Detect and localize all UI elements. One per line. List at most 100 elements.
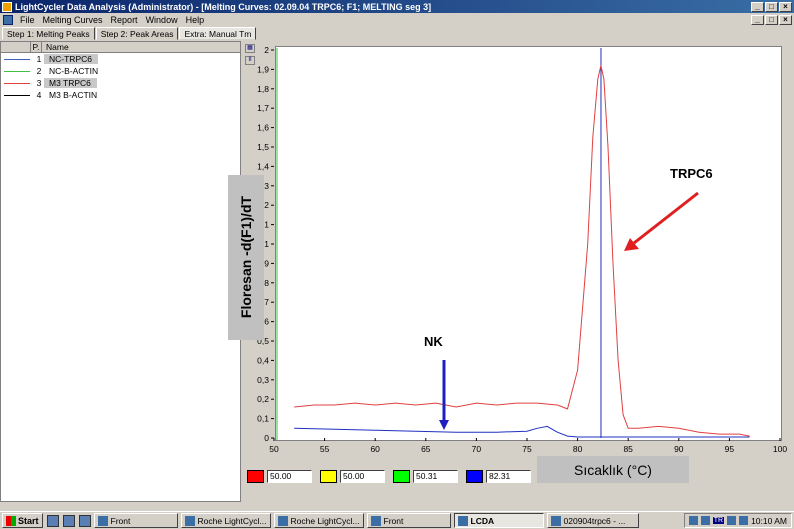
taskbar-button[interactable]: Roche LightCycl... xyxy=(180,513,271,528)
sample-number: 1 xyxy=(36,54,42,64)
desktop-icon[interactable] xyxy=(46,514,59,527)
series-color-swatch xyxy=(4,58,30,60)
task-app-icon xyxy=(457,515,468,526)
sample-name: M3 TRPC6 xyxy=(44,78,97,88)
tray-network-icon[interactable] xyxy=(727,516,737,525)
menu-file[interactable]: File xyxy=(16,15,39,25)
task-label: Front xyxy=(110,515,131,526)
tab-manual-tm[interactable]: Extra: Manual Tm xyxy=(179,27,257,40)
taskbar: Start Front Roche LightCycl... Roche Light… xyxy=(0,511,794,529)
sample-name: NC-TRPC6 xyxy=(44,54,98,64)
cursor-color-button[interactable] xyxy=(466,470,483,483)
child-restore-button[interactable]: □ xyxy=(765,14,778,25)
y-tick-label: 1,5 xyxy=(257,142,269,152)
cursor-color-button[interactable] xyxy=(320,470,337,483)
taskbar-button[interactable]: Front xyxy=(93,513,178,528)
sample-row[interactable]: 4 M3 B-ACTIN xyxy=(1,89,240,101)
tab-melting-peaks[interactable]: Step 1: Melting Peaks xyxy=(2,27,95,40)
series-color-swatch xyxy=(4,70,30,72)
y-tick-label: 2 xyxy=(264,45,269,55)
y-tick-label: 0 xyxy=(264,433,269,443)
x-tick-label: 80 xyxy=(573,444,583,454)
y-tick-label: 0,2 xyxy=(257,394,269,404)
tray-search-icon[interactable] xyxy=(688,516,698,525)
task-label: Roche LightCycl... xyxy=(290,515,360,526)
x-tick-label: 65 xyxy=(421,444,431,454)
tray-settings-icon[interactable] xyxy=(700,516,710,525)
y-tick-label: 0,4 xyxy=(257,355,269,365)
minimize-button[interactable]: _ xyxy=(751,1,764,12)
app-icon xyxy=(2,1,12,12)
taskbar-button[interactable]: Roche LightCycl... xyxy=(273,513,364,528)
document-icon[interactable] xyxy=(3,14,13,25)
taskbar-button[interactable]: 020904trpc6 - ... xyxy=(546,513,639,528)
y-tick-label: 1,9 xyxy=(257,64,269,74)
sample-list-header: P. Name xyxy=(1,42,240,53)
cursor-value-field[interactable]: 50.31 xyxy=(413,470,458,483)
cursor-value-field[interactable]: 50.00 xyxy=(340,470,385,483)
series-line xyxy=(294,425,750,438)
series-color-swatch xyxy=(4,82,30,84)
cursor-color-button[interactable] xyxy=(247,470,264,483)
color-column-header[interactable] xyxy=(1,42,31,52)
x-tick-label: 75 xyxy=(522,444,532,454)
sample-name: M3 B-ACTIN xyxy=(49,90,98,100)
y-tick-label: 1,8 xyxy=(257,84,269,94)
y-tick-label: 0,1 xyxy=(257,414,269,424)
start-button[interactable]: Start xyxy=(2,513,43,528)
sample-row[interactable]: 2 NC-B-ACTIN xyxy=(1,65,240,77)
child-minimize-button[interactable]: _ xyxy=(751,14,764,25)
x-tick-label: 70 xyxy=(472,444,482,454)
y-tick-label: 1,7 xyxy=(257,103,269,113)
tab-peak-areas[interactable]: Step 2: Peak Areas xyxy=(95,27,179,40)
sample-row[interactable]: 1 NC-TRPC6 xyxy=(1,53,240,65)
task-app-icon xyxy=(97,515,108,526)
series-color-swatch xyxy=(4,94,30,96)
sample-list: P. Name 1 NC-TRPC6 2 NC-B-ACTIN 3 M3 TRPC6 4 M3… xyxy=(0,41,241,502)
menu-bar: File Melting Curves Report Window Help _… xyxy=(0,13,794,26)
y-tick-label: 1,4 xyxy=(257,161,269,171)
annotation-nk: NK xyxy=(424,334,443,349)
browser-icon[interactable] xyxy=(62,514,75,527)
media-icon[interactable] xyxy=(78,514,91,527)
sample-number: 3 xyxy=(36,78,42,88)
tray-volume-icon[interactable] xyxy=(739,516,749,525)
cursor-value-field[interactable]: 50.00 xyxy=(267,470,312,483)
x-tick-label: 60 xyxy=(370,444,380,454)
taskbar-button[interactable]: Front xyxy=(366,513,451,528)
x-tick-label: 95 xyxy=(725,444,735,454)
task-app-icon xyxy=(277,515,288,526)
title-bar: LightCycler Data Analysis (Administrator… xyxy=(0,0,794,13)
position-column-header[interactable]: P. xyxy=(31,42,42,52)
x-axis-label: Sıcaklık (°C) xyxy=(537,456,689,483)
task-label: Roche LightCycl... xyxy=(197,515,267,526)
task-label: 020904trpc6 - ... xyxy=(563,515,626,526)
sample-number: 2 xyxy=(36,66,42,76)
task-label: LCDA xyxy=(470,515,495,526)
y-axis-label: Floresan -d(F1)/dT xyxy=(238,195,254,319)
nk-arrowhead xyxy=(439,420,449,430)
x-tick-label: 90 xyxy=(674,444,684,454)
x-tick-label: 85 xyxy=(623,444,633,454)
menu-window[interactable]: Window xyxy=(142,15,182,25)
task-app-icon xyxy=(550,515,561,526)
sample-number: 4 xyxy=(36,90,42,100)
menu-melting-curves[interactable]: Melting Curves xyxy=(39,15,107,25)
sample-row[interactable]: 3 M3 TRPC6 xyxy=(1,77,240,89)
menu-report[interactable]: Report xyxy=(107,15,142,25)
language-indicator[interactable]: TR xyxy=(712,517,725,524)
name-column-header[interactable]: Name xyxy=(42,42,69,52)
sample-name: NC-B-ACTIN xyxy=(49,66,99,76)
clock: 10:10 AM xyxy=(751,515,787,526)
child-close-button[interactable]: × xyxy=(779,14,792,25)
x-tick-label: 55 xyxy=(320,444,330,454)
window-title: LightCycler Data Analysis (Administrator… xyxy=(15,1,432,12)
cursor-value-field[interactable]: 82.31 xyxy=(486,470,531,483)
task-label: Front xyxy=(383,515,404,526)
menu-help[interactable]: Help xyxy=(182,15,209,25)
taskbar-button[interactable]: LCDA xyxy=(453,513,544,528)
series-line xyxy=(294,65,750,437)
close-button[interactable]: × xyxy=(779,1,792,12)
cursor-color-button[interactable] xyxy=(393,470,410,483)
maximize-button[interactable]: □ xyxy=(765,1,778,12)
